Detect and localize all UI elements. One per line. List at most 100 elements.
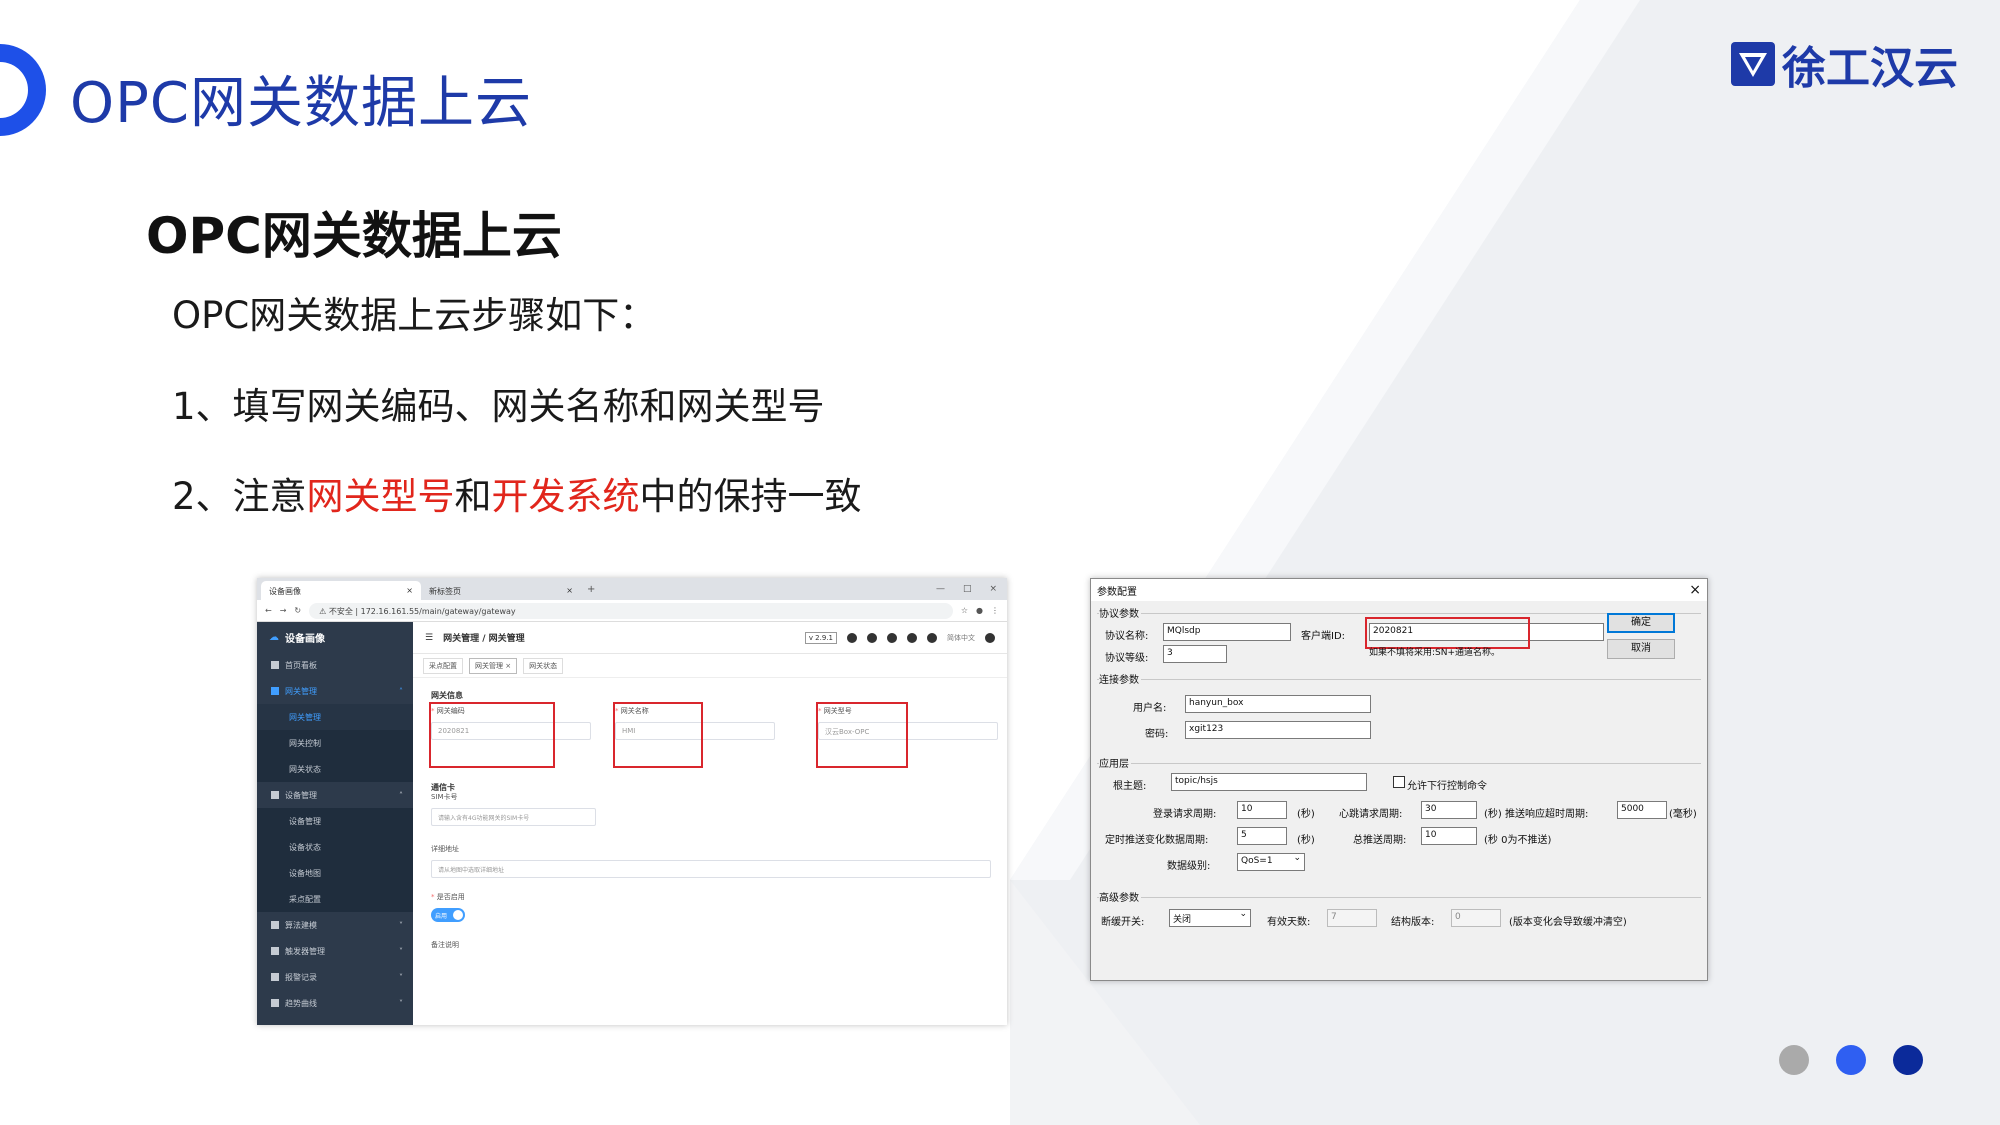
valid-days-input[interactable]: 7: [1327, 909, 1377, 927]
header-accent-icon: [0, 44, 46, 136]
step-1-text: 1、填写网关编码、网关名称和网关型号: [172, 385, 825, 428]
sim-input[interactable]: 请输入含有4G功能网关的SIM卡号: [431, 808, 596, 826]
tab-label: 设备画像: [269, 587, 301, 596]
username-input[interactable]: hanyun_box: [1185, 695, 1371, 713]
total-push-input[interactable]: 10: [1421, 827, 1477, 845]
sidebar-item-gateway[interactable]: 网关管理 ˄: [257, 678, 413, 704]
tag-point-config[interactable]: 采点配置: [423, 657, 463, 674]
reload-icon[interactable]: ↻: [294, 606, 301, 615]
unit-sec: (秒): [1297, 835, 1315, 846]
sidebar-sub-point-config[interactable]: 采点配置: [257, 886, 413, 912]
minimize-button[interactable]: —: [936, 584, 945, 594]
close-window-button[interactable]: ×: [989, 584, 997, 594]
cache-select[interactable]: 关闭: [1169, 909, 1251, 927]
struct-ver-input[interactable]: 0: [1451, 909, 1501, 927]
menu-icon[interactable]: ⋮: [991, 606, 999, 615]
struct-ver-hint: (版本变化会导致缓冲清空): [1509, 917, 1627, 928]
sidebar-item-device[interactable]: 设备管理 ˄: [257, 782, 413, 808]
carousel-dot-1[interactable]: [1779, 1045, 1809, 1075]
carousel-dot-2[interactable]: [1836, 1045, 1866, 1075]
address-input[interactable]: 请从地图中选取详细地址: [431, 860, 991, 878]
fullscreen-icon[interactable]: [887, 632, 897, 643]
ok-button[interactable]: 确定: [1607, 613, 1675, 633]
sidebar-item-alarm[interactable]: 报警记录 ˅: [257, 964, 413, 990]
root-topic-label: 根主题:: [1113, 781, 1147, 792]
language-select[interactable]: 简体中文: [947, 633, 975, 643]
back-icon[interactable]: ←: [265, 606, 272, 615]
cloud-sync-icon[interactable]: [867, 632, 877, 643]
browser-tab[interactable]: 新标签页 ×: [421, 581, 581, 600]
heartbeat-input[interactable]: 30: [1421, 801, 1477, 819]
new-tab-button[interactable]: +: [581, 584, 601, 600]
logo-text: 徐工汉云: [1782, 43, 1958, 94]
profile-icon[interactable]: ●: [976, 606, 983, 615]
alarm-icon: [271, 973, 279, 981]
highlight-box-code: [429, 702, 555, 768]
slide-title: OPC网关数据上云: [70, 71, 532, 136]
client-id-label: 客户端ID:: [1301, 631, 1346, 642]
timed-push-input[interactable]: 5: [1237, 827, 1287, 845]
field-address: 详细地址 请从地图中选取详细地址: [431, 844, 991, 878]
allow-cmd-checkbox[interactable]: [1393, 776, 1405, 788]
sidebar-sub-device-map[interactable]: 设备地图: [257, 860, 413, 886]
sidebar-item-trigger[interactable]: 触发器管理 ˅: [257, 938, 413, 964]
star-icon[interactable]: ☆: [961, 606, 968, 615]
sidebar-sub-gateway-status[interactable]: 网关状态: [257, 756, 413, 782]
maximize-button[interactable]: □: [963, 584, 972, 594]
sidebar-item-trend[interactable]: 趋势曲线 ˅: [257, 990, 413, 1016]
tag-gateway-status[interactable]: 网关状态: [523, 657, 564, 674]
help-icon[interactable]: [907, 632, 917, 643]
password-label: 密码:: [1145, 729, 1169, 740]
password-input[interactable]: xgit123: [1185, 721, 1371, 739]
github-icon[interactable]: [847, 632, 857, 643]
app-name: 设备画像: [285, 633, 325, 645]
sidebar-sub-gateway-manage[interactable]: 网关管理: [257, 704, 413, 730]
data-level-select[interactable]: QoS=1: [1237, 853, 1305, 871]
chevron-down-icon: ˅: [399, 946, 403, 956]
highlight-dev-system: 开发系统: [491, 475, 640, 518]
algorithm-icon: [271, 921, 279, 929]
unit-ms: (毫秒): [1669, 809, 1697, 820]
root-topic-input[interactable]: topic/hsjs: [1171, 773, 1367, 791]
protocol-level-input[interactable]: 3: [1163, 645, 1227, 663]
protocol-name-input[interactable]: MQlsdp: [1163, 623, 1291, 641]
protocol-name-label: 协议名称:: [1105, 631, 1149, 642]
sidebar: ☁ 设备画像 首页看板 网关管理 ˄ 网关管理 网关控制 网关状态 设备管理 ˄ 设备…: [257, 622, 413, 1025]
carousel-dot-3[interactable]: [1893, 1045, 1923, 1075]
push-timeout-input[interactable]: 5000: [1617, 801, 1667, 819]
cancel-button[interactable]: 取消: [1607, 639, 1675, 659]
dialog-close-icon[interactable]: ×: [1689, 582, 1701, 598]
data-level-label: 数据级别:: [1167, 861, 1211, 872]
hamburger-icon[interactable]: ☰: [425, 633, 433, 643]
group-divider: [1097, 679, 1701, 680]
sidebar-item-algorithm[interactable]: 算法建模 ˅: [257, 912, 413, 938]
group-protocol-label: 协议参数: [1099, 605, 1141, 620]
sidebar-item-label: 设备管理: [285, 790, 317, 800]
url-field[interactable]: ⚠ 不安全 | 172.16.161.55/main/gateway/gatew…: [309, 602, 953, 619]
tag-gateway-manage[interactable]: 网关管理 ×: [469, 657, 518, 674]
forward-icon[interactable]: →: [280, 606, 287, 615]
step-2-prefix: 2、注意: [172, 475, 307, 518]
enable-toggle[interactable]: 启用: [431, 908, 465, 922]
avatar[interactable]: [985, 632, 995, 643]
bell-icon[interactable]: [927, 632, 937, 643]
login-period-label: 登录请求周期:: [1153, 809, 1217, 820]
browser-tab[interactable]: 设备画像 ×: [261, 581, 421, 600]
device-icon: [271, 791, 279, 799]
sidebar-sub-gateway-control[interactable]: 网关控制: [257, 730, 413, 756]
login-period-input[interactable]: 10: [1237, 801, 1287, 819]
tab-close-icon[interactable]: ×: [406, 586, 413, 595]
group-divider: [1097, 763, 1701, 764]
tab-label: 新标签页: [429, 587, 461, 596]
sidebar-sub-device-manage[interactable]: 设备管理: [257, 808, 413, 834]
sidebar-sub-device-status[interactable]: 设备状态: [257, 834, 413, 860]
sidebar-item-dashboard[interactable]: 首页看板: [257, 652, 413, 678]
remark-label: 备注说明: [431, 941, 459, 949]
group-conn-label: 连接参数: [1099, 671, 1141, 686]
tab-close-icon[interactable]: ×: [566, 586, 573, 595]
trend-icon: [271, 999, 279, 1007]
highlight-box-model: [816, 702, 908, 768]
section-gateway-info: 网关信息: [431, 691, 463, 700]
cloud-icon: ☁: [269, 631, 279, 643]
protocol-level-label: 协议等级:: [1105, 653, 1149, 664]
